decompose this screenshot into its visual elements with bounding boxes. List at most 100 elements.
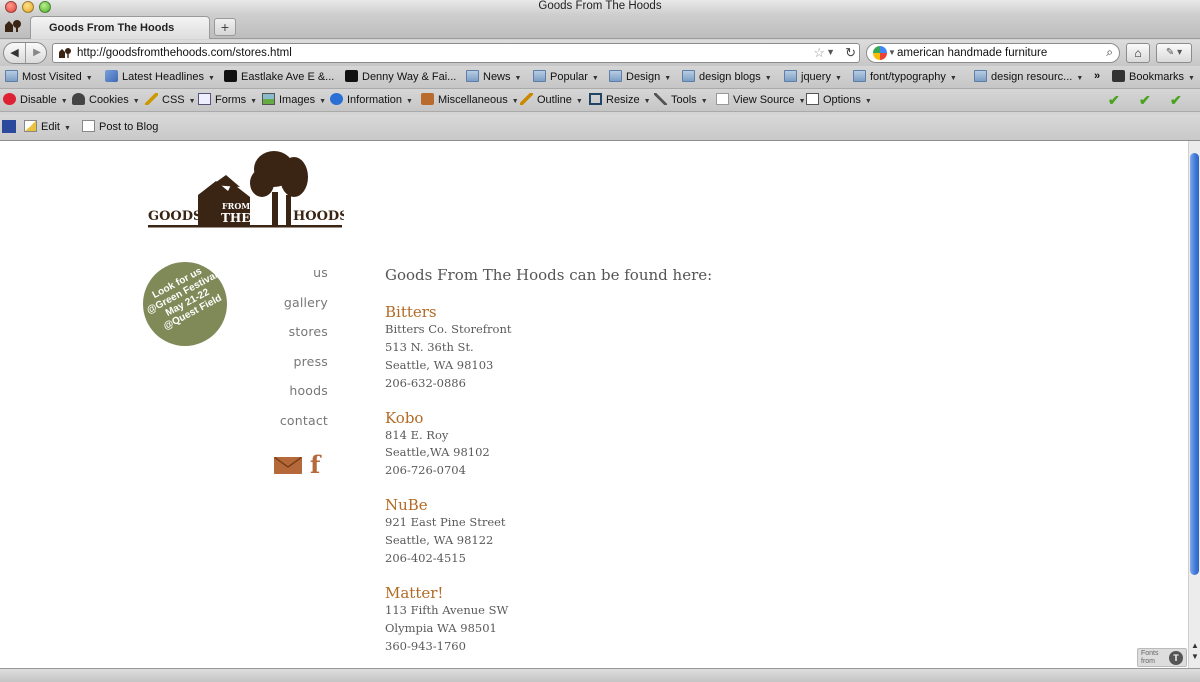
bookmark-eastlake[interactable]: Eastlake Ave E &... — [224, 70, 334, 83]
nav-link-press[interactable]: press — [250, 354, 328, 384]
bookmark-most-visited[interactable]: Most Visited ▼ — [5, 70, 93, 83]
bookmarks-star-icon — [1112, 70, 1125, 82]
css-valid-check-icon[interactable]: ✔ — [1108, 92, 1120, 109]
fonts-badge[interactable]: Fonts from T — [1137, 648, 1187, 667]
webdev-images[interactable]: Images ▼ — [262, 93, 326, 106]
nav-link-hoods[interactable]: hoods — [250, 383, 328, 413]
bookmarks-menu-button[interactable]: Bookmarks ▼ — [1112, 70, 1195, 83]
stores-content: Goods From The Hoods can be found here: … — [385, 266, 885, 668]
bookmark-label: design blogs — [699, 71, 761, 83]
bus-icon — [224, 70, 237, 82]
url-bar[interactable]: http://goodsfromthehoods.com/stores.html… — [52, 43, 860, 63]
site-favicon-icon — [59, 48, 71, 58]
google-search-engine-icon[interactable] — [873, 46, 887, 60]
store-phone: 206-402-4515 — [385, 551, 466, 566]
webdev-label: Tools — [671, 94, 697, 106]
bookmark-design-resources[interactable]: design resourc... ▼ — [974, 70, 1083, 83]
webdev-css[interactable]: CSS ▼ — [145, 93, 196, 106]
reload-icon[interactable]: ↻ — [845, 45, 856, 61]
nav-link-gallery[interactable]: gallery — [250, 295, 328, 325]
webdev-tools[interactable]: Tools ▼ — [654, 93, 708, 106]
store-phone: 206-632-0886 — [385, 375, 466, 390]
vertical-scrollbar[interactable]: ▲ ▼ — [1188, 141, 1200, 668]
nav-link-us[interactable]: us — [250, 265, 328, 295]
bookmark-latest-headlines[interactable]: Latest Headlines ▼ — [105, 70, 215, 83]
scroll-down-arrow-icon[interactable]: ▼ — [1191, 652, 1199, 661]
close-window-icon[interactable] — [5, 1, 17, 13]
webdev-miscellaneous[interactable]: Miscellaneous ▼ — [421, 93, 519, 106]
search-input[interactable]: american handmade furniture — [897, 47, 1047, 59]
bookmark-star-icon[interactable]: ☆ — [813, 45, 825, 61]
store-address-line: Seattle, WA 98103 — [385, 357, 494, 372]
search-engine-dropdown-icon[interactable]: ▼ — [888, 48, 896, 57]
forms-icon — [198, 93, 211, 105]
app-menu-icon[interactable] — [2, 17, 24, 35]
scrollbar-thumb[interactable] — [1190, 153, 1199, 575]
webdev-options[interactable]: Options ▼ — [806, 93, 872, 106]
store-address-line: 921 East Pine Street — [385, 515, 506, 530]
html-valid-check-icon[interactable]: ✔ — [1170, 92, 1182, 109]
webdev-outline[interactable]: Outline ▼ — [520, 93, 583, 106]
post-to-blog-button[interactable]: Post to Blog — [82, 120, 158, 133]
bookmark-jquery[interactable]: jquery ▼ — [784, 70, 842, 83]
nav-link-contact[interactable]: contact — [250, 413, 328, 443]
goods-from-the-hoods-logo[interactable]: GOODS FROM THE HOODS — [146, 147, 344, 229]
edit-icon — [24, 120, 37, 132]
tab-goods-from-the-hoods[interactable]: Goods From The Hoods — [30, 16, 210, 39]
webdev-resize[interactable]: Resize ▼ — [589, 93, 651, 106]
email-icon[interactable] — [274, 457, 302, 474]
minimize-window-icon[interactable] — [22, 1, 34, 13]
search-icon[interactable]: ⌕ — [1106, 45, 1113, 60]
url-history-dropdown-icon[interactable]: ▼ — [826, 47, 835, 57]
green-festival-badge: Look for us @Green Festival May 21-22 @Q… — [143, 262, 227, 346]
bookmark-label: design resourc... — [991, 71, 1073, 83]
scroll-up-arrow-icon[interactable]: ▲ — [1191, 641, 1199, 650]
images-icon — [262, 93, 275, 105]
tools-icon — [654, 93, 667, 105]
folder-icon — [974, 70, 987, 82]
store-name[interactable]: Kobo — [385, 409, 885, 427]
blog-edit-button[interactable]: Edit ▼ — [24, 120, 71, 133]
webdev-label: Cookies — [89, 94, 129, 106]
badge-text: Look for us @Green Festival May 21-22 @Q… — [138, 259, 233, 337]
store-name[interactable]: Bitters — [385, 303, 885, 321]
folder-icon — [853, 70, 866, 82]
forward-button[interactable]: ▶ — [27, 43, 47, 63]
bookmarks-overflow-button[interactable]: » — [1094, 70, 1100, 82]
webdev-cookies[interactable]: Cookies ▼ — [72, 93, 140, 106]
extensions-button[interactable]: ✎ ▾ — [1156, 43, 1192, 63]
url-text[interactable]: http://goodsfromthehoods.com/stores.html — [77, 47, 292, 59]
blog-app-icon[interactable] — [2, 120, 20, 134]
nav-link-stores[interactable]: stores — [250, 324, 328, 354]
bus-icon — [345, 70, 358, 82]
facebook-icon[interactable]: f — [310, 450, 320, 479]
bookmark-design[interactable]: Design ▼ — [609, 70, 671, 83]
bookmark-font-typography[interactable]: font/typography ▼ — [853, 70, 957, 83]
blog-toolbar: Edit ▼ Post to Blog — [0, 115, 1200, 141]
rss-icon — [105, 70, 118, 82]
bookmark-denny-way[interactable]: Denny Way & Fai... — [345, 70, 456, 83]
fonts-provider-icon: T — [1169, 651, 1183, 665]
webdev-disable[interactable]: Disable ▼ — [3, 93, 68, 106]
bookmark-label: Latest Headlines — [122, 71, 204, 83]
new-tab-button[interactable]: + — [214, 18, 236, 36]
bookmark-label: font/typography — [870, 71, 946, 83]
webdev-forms[interactable]: Forms ▼ — [198, 93, 257, 106]
back-button[interactable]: ◀ — [4, 43, 26, 63]
js-valid-check-icon[interactable]: ✔ — [1139, 92, 1151, 109]
store-name[interactable]: Matter! — [385, 584, 885, 602]
webdev-view-source[interactable]: View Source ▼ — [716, 93, 806, 106]
bookmark-design-blogs[interactable]: design blogs ▼ — [682, 70, 772, 83]
store-address-line: Seattle,WA 98102 — [385, 445, 490, 460]
bookmark-news[interactable]: News ▼ — [466, 70, 521, 83]
site-nav: us gallery stores press hoods contact — [250, 265, 328, 443]
search-bar[interactable]: ▼ american handmade furniture ⌕ — [866, 43, 1120, 63]
folder-icon — [533, 70, 546, 82]
options-icon — [806, 93, 819, 105]
store-phone: 206-726-0704 — [385, 463, 466, 478]
home-button[interactable]: ⌂ — [1126, 43, 1150, 63]
zoom-window-icon[interactable] — [39, 1, 51, 13]
bookmark-popular[interactable]: Popular ▼ — [533, 70, 599, 83]
store-name[interactable]: NuBe — [385, 496, 885, 514]
webdev-information[interactable]: Information ▼ — [330, 93, 413, 106]
